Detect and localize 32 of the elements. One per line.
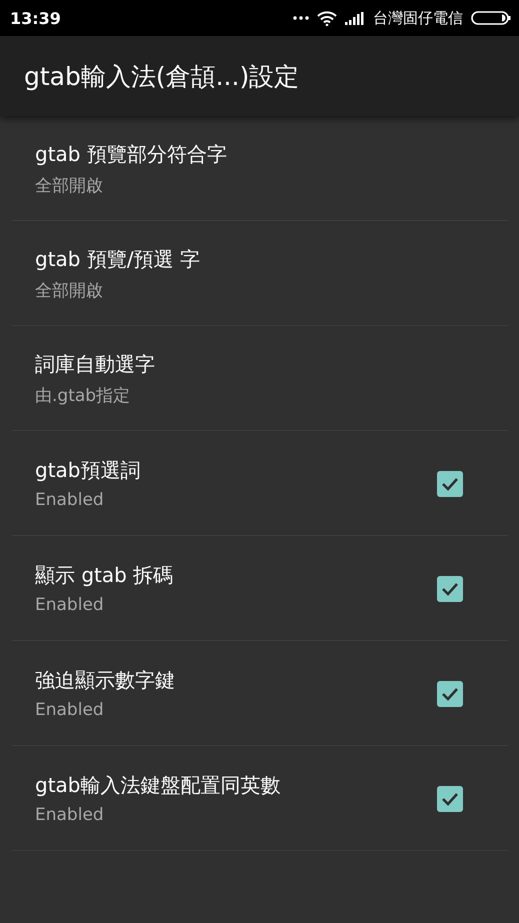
setting-summary: 全部開啟 xyxy=(35,174,104,196)
wifi-icon xyxy=(317,10,337,26)
setting-summary: 由.gtab指定 xyxy=(35,384,132,406)
setting-title: 詞庫自動選字 xyxy=(35,350,155,378)
setting-summary: Enabled xyxy=(35,595,105,615)
setting-item[interactable]: gtab 預覽部分符合字 全部開啟 xyxy=(12,117,508,221)
setting-title: gtab 預覽/預選 字 xyxy=(35,246,200,272)
checkbox[interactable] xyxy=(437,680,463,706)
checkbox[interactable] xyxy=(437,576,463,602)
battery-icon xyxy=(471,11,511,25)
setting-title: gtab預選詞 xyxy=(35,457,140,484)
checkbox[interactable] xyxy=(437,470,463,496)
setting-title: gtab 預覽部分符合字 xyxy=(35,140,227,168)
setting-item[interactable]: 顯示 gtab 拆碼 Enabled xyxy=(12,537,508,641)
setting-summary: Enabled xyxy=(35,805,105,825)
signal-icon xyxy=(345,12,365,24)
setting-item[interactable]: gtab輸入法鍵盤配置同英數 Enabled xyxy=(12,747,508,851)
checkbox[interactable] xyxy=(437,786,463,812)
setting-title: 顯示 gtab 拆碼 xyxy=(35,562,174,589)
screen-title: gtab輸入法(倉頡...)設定 xyxy=(24,60,300,92)
setting-title: gtab輸入法鍵盤配置同英數 xyxy=(35,772,280,799)
setting-item[interactable]: 詞庫自動選字 由.gtab指定 xyxy=(12,327,508,431)
setting-summary: 全部開啟 xyxy=(35,280,104,302)
setting-item[interactable]: gtab預選詞 Enabled xyxy=(12,432,508,536)
setting-item[interactable]: gtab 預覽/預選 字 全部開啟 xyxy=(12,222,508,326)
more-notifications-icon xyxy=(293,16,309,20)
status-time: 13:39 xyxy=(10,8,61,28)
carrier-name: 台灣固仔電信 xyxy=(373,8,463,28)
setting-summary: Enabled xyxy=(35,490,105,510)
setting-item[interactable]: 強迫顯示數字鍵 Enabled xyxy=(12,642,508,746)
setting-summary: Enabled xyxy=(35,700,105,720)
setting-title: 強迫顯示數字鍵 xyxy=(35,667,175,694)
